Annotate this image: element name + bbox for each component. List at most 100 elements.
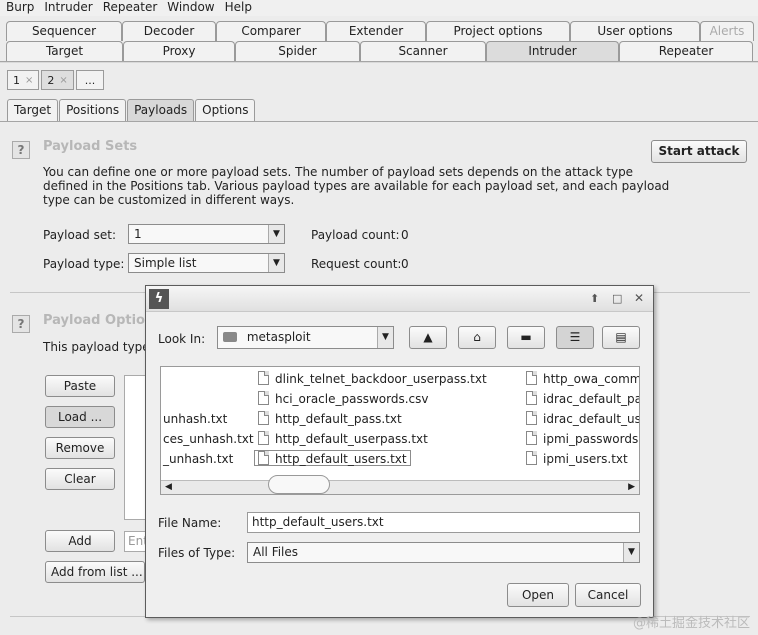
file-name: http_default_userpass.txt [275,432,428,446]
tab-alerts[interactable]: Alerts [700,21,754,41]
maximize-up-icon[interactable]: ⬆ [590,292,599,305]
home-icon[interactable]: ⌂ [458,326,496,349]
file-name: ipmi_users.txt [543,452,628,466]
start-attack-button[interactable]: Start attack [651,140,747,163]
subtab-options[interactable]: Options [195,99,256,121]
file-list[interactable]: unhash.txt ces_unhash.txt _unhash.txt dl… [160,366,640,495]
scroll-right-icon[interactable]: ▶ [628,482,635,492]
chevron-down-icon: ▼ [623,543,639,562]
tab-proxy[interactable]: Proxy [123,41,235,61]
payload-type-value: Simple list [134,256,197,270]
new-attack-tab[interactable]: ... [75,70,105,90]
tab-target[interactable]: Target [6,41,123,61]
folder-icon [223,332,237,342]
look-in-select[interactable]: metasploit ▼ [217,326,394,349]
file-icon [258,451,269,465]
menu-intruder[interactable]: Intruder [38,0,96,16]
subtab-payloads[interactable]: Payloads [127,99,195,121]
files-of-type-label: Files of Type: [158,546,236,560]
subtab-divider [0,121,758,122]
tab-repeater[interactable]: Repeater [619,41,753,61]
list-item[interactable]: dlink_telnet_backdoor_userpass.txt [258,371,487,387]
scrollbar-thumb[interactable] [268,475,330,494]
attack-tab-2[interactable]: 2 × [41,70,74,90]
payload-count-label: Payload count: [311,228,400,242]
list-item[interactable]: http_default_userpass.txt [258,431,428,447]
restore-icon[interactable]: □ [612,292,622,305]
tab-spider[interactable]: Spider [235,41,360,61]
tab-divider [0,61,758,63]
payload-type-select[interactable]: Simple list ▼ [128,253,285,273]
look-in-value: metasploit [246,330,311,344]
file-name: idrac_default_use [543,412,640,426]
tab-comparer[interactable]: Comparer [216,21,326,41]
dialog-titlebar[interactable]: ϟ ⬆ □ ✕ [146,286,653,312]
close-icon[interactable]: × [25,75,33,86]
file-icon [526,451,537,465]
list-item[interactable]: http_owa_common [526,371,639,387]
tab-project-options[interactable]: Project options [426,21,570,41]
list-item[interactable]: ipmi_passwords.t [526,431,639,447]
chevron-down-icon: ▼ [268,254,284,272]
subtab-target[interactable]: Target [7,99,59,121]
add-from-list-select[interactable]: Add from list ... [45,561,145,583]
watermark: @稀土掘金技术社区 [632,616,750,631]
tab-extender[interactable]: Extender [326,21,426,41]
list-item[interactable]: http_default_pass.txt [258,411,402,427]
cancel-button[interactable]: Cancel [575,583,641,607]
menu-window[interactable]: Window [161,0,218,16]
clear-button[interactable]: Clear [45,468,115,490]
chevron-down-icon: ▼ [268,225,284,243]
open-file-dialog: ϟ ⬆ □ ✕ Look In: metasploit ▼ ▲ ⌂ ▬ ☰ ▤ … [145,285,654,618]
open-button[interactable]: Open [507,583,569,607]
help-icon[interactable]: ? [12,315,30,333]
details-view-icon[interactable]: ▤ [602,326,640,349]
add-button[interactable]: Add [45,530,115,552]
scroll-left-icon[interactable]: ◀ [165,482,172,492]
new-folder-icon[interactable]: ▬ [507,326,545,349]
list-item[interactable]: idrac_default_use [526,411,640,427]
menu-burp[interactable]: Burp [0,0,38,16]
request-count-label: Request count: [311,257,402,271]
close-icon[interactable]: ✕ [634,291,644,305]
menu-help[interactable]: Help [219,0,256,16]
file-name: idrac_default_pas [543,392,640,406]
attack-tab-1[interactable]: 1 × [7,70,40,90]
list-item[interactable]: ipmi_users.txt [526,451,628,467]
list-item[interactable]: unhash.txt [163,411,227,427]
tab-intruder[interactable]: Intruder [486,41,619,61]
close-icon[interactable]: × [59,75,67,86]
file-icon [258,411,269,425]
list-view-icon[interactable]: ☰ [556,326,594,349]
help-icon[interactable]: ? [12,141,30,159]
remove-button[interactable]: Remove [45,437,115,459]
payload-sets-description-line3: type can be customized in different ways… [43,193,295,207]
paste-button[interactable]: Paste [45,375,115,397]
list-item[interactable]: idrac_default_pas [526,391,640,407]
horizontal-scrollbar[interactable]: ◀ ▶ [161,475,639,494]
list-item[interactable]: hci_oracle_passwords.csv [258,391,428,407]
up-one-level-icon[interactable]: ▲ [409,326,447,349]
menu-repeater[interactable]: Repeater [97,0,162,16]
payload-set-select[interactable]: 1 ▼ [128,224,285,244]
tab-scanner[interactable]: Scanner [360,41,486,61]
file-name-field[interactable]: http_default_users.txt [247,512,640,533]
list-item-selected[interactable]: http_default_users.txt [254,450,411,466]
subtab-positions[interactable]: Positions [59,99,127,121]
tab-sequencer[interactable]: Sequencer [6,21,122,41]
look-in-label: Look In: [158,332,206,346]
attack-tabs: 1 × 2 × ... [7,70,106,90]
list-item[interactable]: _unhash.txt [163,451,233,467]
list-item[interactable]: ces_unhash.txt [163,431,254,447]
load-button[interactable]: Load ... [45,406,115,428]
chevron-down-icon: ▼ [377,327,393,348]
files-of-type-value: All Files [253,545,299,559]
files-of-type-select[interactable]: All Files ▼ [247,542,640,563]
tab-user-options[interactable]: User options [570,21,700,41]
tab-decoder[interactable]: Decoder [122,21,216,41]
tool-tabs-row2: Target Proxy Spider Scanner Intruder Rep… [6,41,753,61]
request-count-value: 0 [401,257,409,271]
file-name: hci_oracle_passwords.csv [275,392,429,406]
file-name-label: File Name: [158,516,222,530]
payload-count-value: 0 [401,228,409,242]
